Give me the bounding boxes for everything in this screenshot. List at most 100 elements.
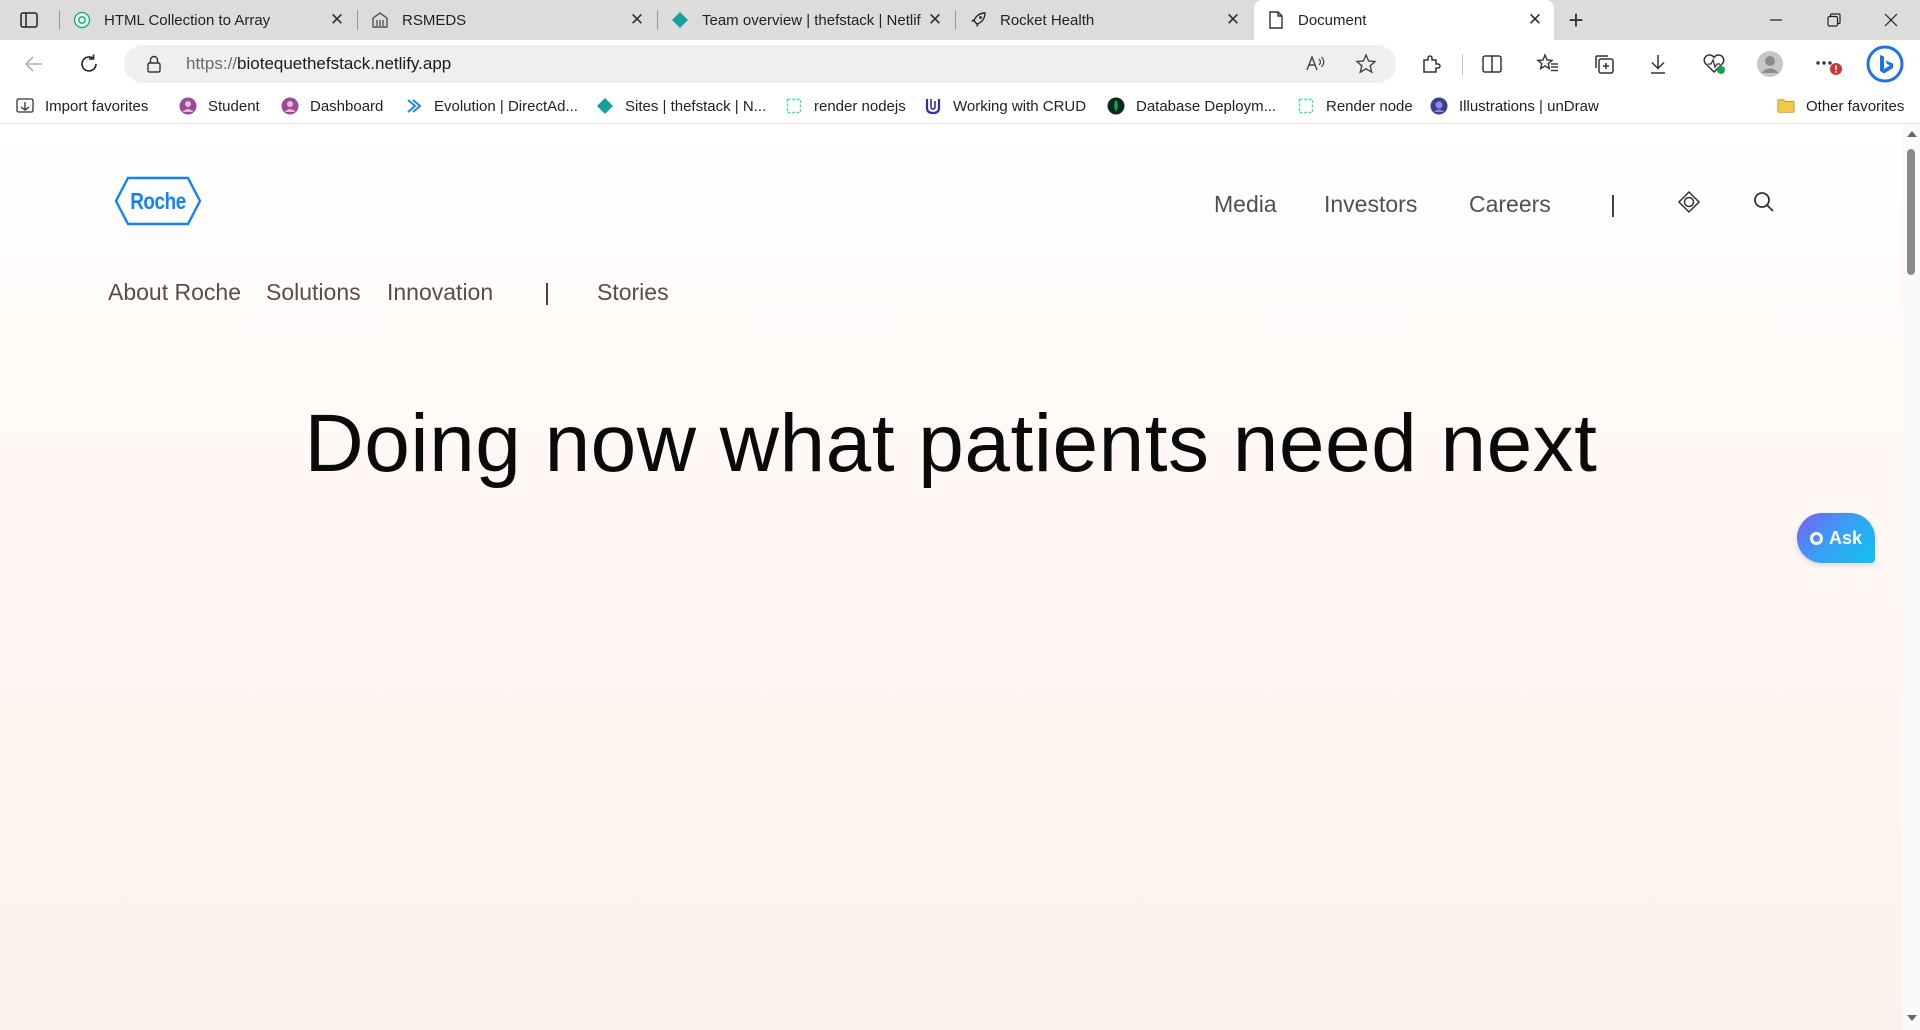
url-text[interactable]: https://biotequethefstack.netlify.app: [186, 54, 451, 74]
bookmark-dashboard[interactable]: Dashboard: [281, 94, 383, 118]
render-icon: [785, 97, 803, 115]
page-viewport: Roche Media Investors Careers | About Ro…: [0, 125, 1902, 1030]
other-favorites-folder[interactable]: Other favorites: [1777, 94, 1904, 118]
student-icon: [179, 97, 197, 115]
favorite-star-icon[interactable]: [1354, 52, 1378, 76]
read-aloud-icon[interactable]: [1304, 52, 1328, 76]
bookmark-render-nodejs[interactable]: render nodejs: [785, 94, 906, 118]
tab-rsmeds[interactable]: RSMEDS ✕: [358, 0, 656, 40]
bookmark-student[interactable]: Student: [179, 94, 260, 118]
plus-icon: +: [1568, 4, 1584, 35]
restore-icon: [1827, 13, 1841, 27]
nav-link-about-roche[interactable]: About Roche: [108, 279, 241, 306]
new-tab-button[interactable]: +: [1562, 4, 1590, 35]
bookmark-render-node[interactable]: Render node: [1297, 94, 1413, 118]
building-icon: [370, 10, 390, 30]
bing-copilot-icon[interactable]: [1866, 45, 1904, 83]
bookmark-label: Other favorites: [1806, 97, 1905, 115]
roche-logo[interactable]: Roche: [114, 176, 202, 226]
import-icon: [16, 97, 34, 115]
address-bar[interactable]: https://biotequethefstack.netlify.app: [124, 45, 1396, 83]
logo-text: Roche: [130, 187, 186, 214]
search-icon[interactable]: [1750, 188, 1778, 216]
more-menu-icon[interactable]: [1814, 50, 1842, 78]
lock-icon: [146, 55, 162, 78]
tab-rocket-health[interactable]: Rocket Health ✕: [956, 0, 1252, 40]
tab-close-button[interactable]: ✕: [924, 9, 946, 31]
bookmark-label: Student: [208, 97, 260, 115]
folder-icon: [1777, 97, 1795, 115]
tab-close-button[interactable]: ✕: [326, 9, 348, 31]
nav-link-solutions[interactable]: Solutions: [266, 279, 361, 306]
nav-link-careers[interactable]: Careers: [1469, 191, 1551, 218]
nav-link-media[interactable]: Media: [1214, 191, 1277, 218]
split-screen-icon[interactable]: [1478, 50, 1506, 78]
tab-team-overview[interactable]: Team overview | thefstack | Netlif ✕: [658, 0, 954, 40]
nav-link-investors[interactable]: Investors: [1324, 191, 1417, 218]
tab-close-button[interactable]: ✕: [1524, 9, 1546, 31]
refresh-icon: [81, 54, 97, 72]
bookmark-evolution[interactable]: Evolution | DirectAd...: [405, 94, 578, 118]
tab-actions-button[interactable]: [14, 8, 44, 32]
tab-document[interactable]: Document ✕: [1254, 0, 1554, 40]
url-protocol: https://: [186, 54, 238, 73]
netlify-icon: [596, 97, 614, 115]
url-host: biotequethefstack.netlify.app: [237, 54, 452, 73]
tab-html-collection[interactable]: HTML Collection to Array ✕: [60, 0, 356, 40]
bookmark-label: Evolution | DirectAd...: [434, 97, 578, 115]
bookmark-illustrations-undraw[interactable]: Illustrations | unDraw: [1430, 94, 1599, 118]
bookmark-working-with-crud[interactable]: Working with CRUD: [924, 94, 1086, 118]
bookmark-database-deployment[interactable]: Database Deploym...: [1107, 94, 1276, 118]
rocket-icon: [968, 10, 988, 30]
render-icon: [1297, 97, 1315, 115]
nav-link-stories[interactable]: Stories: [597, 279, 669, 306]
restore-button[interactable]: [1806, 0, 1862, 40]
mongodb-icon: [1107, 97, 1125, 115]
dashboard-icon: [281, 97, 299, 115]
tab-actions-icon: [20, 12, 38, 28]
netlify-icon: [670, 10, 690, 30]
bookmark-label: Illustrations | unDraw: [1459, 97, 1599, 115]
bookmarks-bar: Import favorites Student Dashboard Evolu…: [0, 88, 1920, 124]
bookmark-label: render nodejs: [814, 97, 906, 115]
evolution-icon: [405, 97, 423, 115]
close-window-button[interactable]: [1863, 0, 1919, 40]
browser-toolbar: https://biotequethefstack.netlify.app: [0, 40, 1920, 88]
back-button[interactable]: [18, 48, 50, 80]
bookmark-sites-thefstack[interactable]: Sites | thefstack | N...: [596, 94, 766, 118]
bookmark-import-favorites[interactable]: Import favorites: [16, 94, 148, 118]
scrollbar-thumb[interactable]: [1907, 149, 1915, 275]
browser-essentials-icon[interactable]: [1700, 50, 1728, 78]
favorites-icon[interactable]: [1534, 50, 1562, 78]
top-nav-separator: |: [1610, 191, 1616, 217]
document-icon: [1266, 10, 1286, 30]
bookmark-label: Database Deploym...: [1136, 97, 1277, 115]
profile-avatar-icon[interactable]: [1756, 50, 1784, 78]
navigation-globe-icon[interactable]: [1675, 188, 1703, 216]
tab-close-button[interactable]: ✕: [1222, 9, 1244, 31]
collections-icon[interactable]: [1590, 50, 1618, 78]
minimize-button[interactable]: [1748, 0, 1804, 40]
udacity-icon: [924, 97, 942, 115]
bookmark-label: Working with CRUD: [953, 97, 1087, 115]
scroll-down-arrow-icon[interactable]: [1907, 1015, 1917, 1021]
undraw-icon: [1430, 97, 1448, 115]
ask-button-label: Ask: [1828, 527, 1863, 548]
extensions-icon[interactable]: [1417, 50, 1445, 78]
refresh-button[interactable]: [73, 48, 105, 80]
tab-close-button[interactable]: ✕: [626, 9, 648, 31]
tab-title: Rocket Health: [1000, 11, 1095, 29]
ask-button[interactable]: Ask: [1797, 513, 1875, 563]
page-scrollbar[interactable]: [1902, 125, 1920, 1030]
back-arrow-icon: [24, 56, 42, 72]
main-nav-separator: |: [544, 279, 550, 305]
bookmark-label: Dashboard: [310, 97, 384, 115]
downloads-icon[interactable]: [1644, 50, 1672, 78]
scroll-up-arrow-icon[interactable]: [1907, 131, 1917, 137]
tab-bar: HTML Collection to Array ✕ RSMEDS ✕ Team…: [0, 0, 1920, 40]
bookmark-label: Sites | thefstack | N...: [625, 97, 767, 115]
nav-link-innovation[interactable]: Innovation: [387, 279, 493, 306]
ask-search-icon: [1809, 531, 1823, 545]
tab-title: Team overview | thefstack | Netlif: [702, 11, 921, 29]
bookmark-label: Import favorites: [45, 97, 149, 115]
